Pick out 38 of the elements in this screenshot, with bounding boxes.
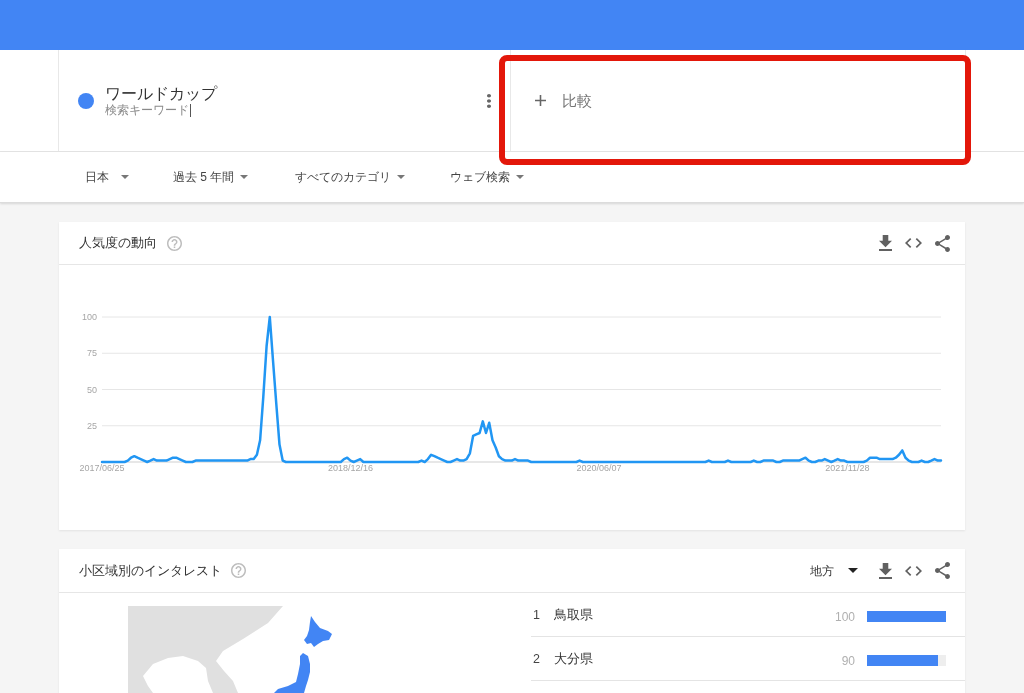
term-type-label: 検索キーワード bbox=[105, 102, 189, 118]
y-axis-label: 50 bbox=[87, 384, 97, 395]
x-axis-label: 2021/11/28 bbox=[825, 463, 870, 473]
rank-number: 2 bbox=[533, 650, 541, 667]
x-axis-label: 2017/06/25 bbox=[79, 463, 125, 473]
search-term[interactable]: ワールドカップ bbox=[105, 83, 217, 103]
card-title: 小区域別のインタレスト bbox=[79, 562, 222, 579]
caret-icon bbox=[397, 175, 405, 179]
caret-icon bbox=[516, 175, 524, 179]
caret-icon bbox=[240, 175, 249, 179]
filter-dropdown[interactable]: ウェブ検索 bbox=[450, 169, 524, 185]
compare-button[interactable]: 比較 bbox=[535, 90, 592, 111]
share-icon[interactable] bbox=[935, 234, 950, 252]
score-value: 100 bbox=[834, 608, 855, 625]
x-axis-label: 2020/06/07 bbox=[576, 463, 622, 473]
plus-icon bbox=[535, 95, 546, 106]
y-axis-label: 75 bbox=[87, 348, 97, 359]
filter-dropdown[interactable]: すべてのカテゴリ bbox=[295, 169, 405, 185]
resolution-dropdown[interactable]: 地方 bbox=[810, 562, 858, 579]
y-axis-label: 25 bbox=[87, 420, 97, 431]
caret-icon bbox=[848, 568, 858, 573]
download-icon[interactable] bbox=[879, 562, 892, 579]
filter-dropdown[interactable]: 過去 5 年間 bbox=[173, 169, 249, 185]
share-icon[interactable] bbox=[935, 562, 950, 579]
region-name: 鳥取県 bbox=[554, 606, 593, 623]
card-title: 人気度の動向 bbox=[79, 235, 157, 251]
embed-code-icon[interactable] bbox=[905, 238, 922, 248]
score-value: 90 bbox=[841, 652, 855, 669]
embed-code-icon[interactable] bbox=[905, 565, 922, 576]
caret-icon bbox=[121, 175, 129, 179]
y-axis-label: 100 bbox=[81, 312, 97, 322]
region-name: 大分県 bbox=[554, 650, 593, 667]
download-icon[interactable] bbox=[879, 235, 892, 251]
x-axis-label: 2018/12/16 bbox=[327, 463, 373, 473]
rank-number: 1 bbox=[533, 606, 541, 623]
kebab-icon bbox=[487, 93, 491, 108]
filter-dropdown[interactable]: 日本 bbox=[79, 169, 129, 185]
text-cursor-icon bbox=[190, 103, 191, 117]
